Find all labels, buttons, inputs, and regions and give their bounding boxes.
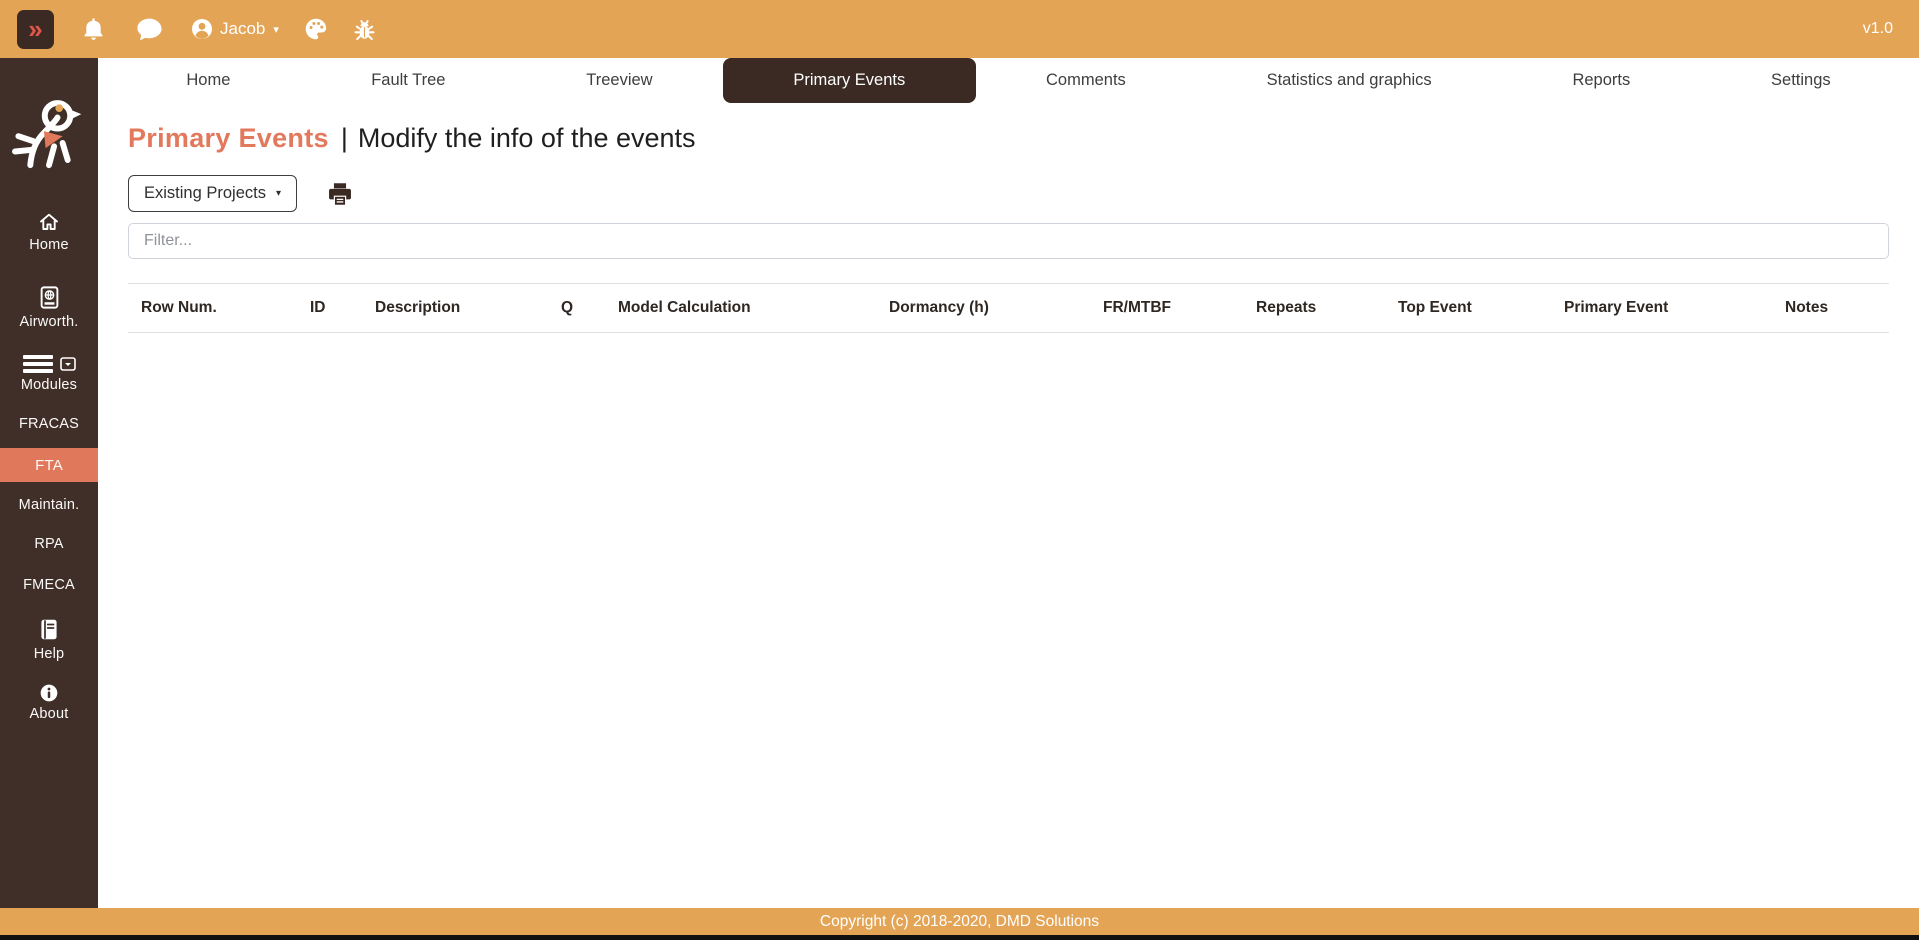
column-header-model-calculation: Model Calculation (605, 283, 876, 333)
page-title-separator: | (340, 123, 348, 153)
sidebar-item-label: FRACAS (18, 416, 79, 432)
column-header-id: ID (297, 283, 362, 333)
modules-collapse-caret-icon[interactable] (59, 357, 76, 371)
theme-palette-icon[interactable] (303, 16, 329, 42)
column-header-notes: Notes (1772, 283, 1889, 333)
help-book-icon (41, 619, 57, 640)
page-title-subtitle: Modify the info of the events (357, 123, 696, 153)
sidebar-item-label: FMECA (23, 577, 75, 593)
sidebar-item-modules[interactable]: Modules (0, 354, 98, 393)
sidebar-item-label: Airworth. (19, 314, 79, 330)
sidebar-item-label: Home (29, 237, 69, 253)
tab-statistics-and-graphics[interactable]: Statistics and graphics (1196, 58, 1502, 103)
column-header-fr-mtbf: FR/MTBF (1090, 283, 1243, 333)
sidebar-item-label: Maintain. (18, 497, 80, 513)
sidebar-item-label: Modules (20, 377, 78, 393)
tab-primary-events[interactable]: Primary Events (722, 58, 976, 103)
sidebar-item-about[interactable]: About (0, 683, 98, 722)
sidebar-item-maintainability[interactable]: Maintain. (0, 497, 98, 513)
sidebar-item-fta-active[interactable]: FTA (0, 448, 98, 482)
page-content: Primary Events | Modify the info of the … (98, 123, 1919, 333)
sidebar-item-rpa[interactable]: RPA (0, 536, 98, 552)
existing-projects-label: Existing Projects (144, 184, 266, 202)
app-version: v1.0 (1862, 20, 1893, 37)
column-header-top-event: Top Event (1385, 283, 1551, 333)
bug-report-icon[interactable] (351, 16, 378, 43)
printer-icon (329, 182, 351, 205)
column-header-description: Description (362, 283, 548, 333)
column-header-row-num: Row Num. (128, 283, 297, 333)
menu-hamburger-icon (22, 355, 53, 373)
sidebar-item-fmeca[interactable]: FMECA (0, 577, 98, 593)
notifications-bell-icon[interactable] (80, 16, 107, 43)
sidebar: Home Airworth. Modules FRACAS FTA Mainta… (0, 58, 98, 908)
tab-settings[interactable]: Settings (1701, 58, 1901, 103)
bottom-edge-strip (0, 935, 1919, 940)
airworthiness-book-icon (40, 286, 58, 309)
column-header-q: Q (548, 283, 605, 333)
info-icon (40, 684, 58, 702)
tab-reports[interactable]: Reports (1502, 58, 1701, 103)
user-menu[interactable]: Jacob ▾ (190, 17, 279, 41)
sidebar-item-label: FTA (35, 456, 63, 474)
tab-home[interactable]: Home (116, 58, 301, 103)
filter-input[interactable] (128, 223, 1889, 259)
chevron-down-icon: ▾ (275, 188, 281, 199)
tab-fault-tree[interactable]: Fault Tree (301, 58, 516, 103)
main-content: Home Fault Tree Treeview Primary Events … (98, 58, 1919, 908)
footer: Copyright (c) 2018-2020, DMD Solutions (0, 908, 1919, 935)
sidebar-item-fracas[interactable]: FRACAS (0, 416, 98, 432)
chat-icon[interactable] (135, 15, 164, 44)
module-tab-bar: Home Fault Tree Treeview Primary Events … (98, 58, 1919, 103)
page-title-main: Primary Events (128, 123, 329, 153)
sidebar-item-label: About (29, 706, 69, 722)
home-icon (40, 213, 58, 230)
sidebar-item-help[interactable]: Help (0, 616, 98, 662)
page-title: Primary Events | Modify the info of the … (128, 123, 1889, 154)
top-bar: » Jacob ▾ v1.0 (0, 0, 1919, 58)
column-header-repeats: Repeats (1243, 283, 1385, 333)
tab-treeview[interactable]: Treeview (516, 58, 723, 103)
primary-events-table: Row Num. ID Description Q Model Calculat… (128, 283, 1889, 333)
column-header-primary-event: Primary Event (1551, 283, 1772, 333)
sidebar-item-home[interactable]: Home (0, 210, 98, 253)
column-header-dormancy: Dormancy (h) (876, 283, 1090, 333)
user-name: Jacob (220, 19, 266, 38)
tab-comments[interactable]: Comments (976, 58, 1197, 103)
sidebar-expand-button[interactable]: » (17, 9, 54, 49)
print-button[interactable] (326, 180, 354, 208)
sidebar-item-label: Help (33, 646, 65, 662)
table-header-row: Row Num. ID Description Q Model Calculat… (128, 283, 1889, 333)
chevron-down-icon: ▾ (273, 23, 279, 36)
sidebar-item-airworthiness[interactable]: Airworth. (0, 284, 98, 330)
copyright-text: Copyright (c) 2018-2020, DMD Solutions (819, 912, 1100, 930)
toolbar: Existing Projects ▾ (128, 175, 1889, 212)
app-logo-bird (12, 100, 82, 169)
user-avatar-icon (192, 19, 212, 39)
existing-projects-dropdown[interactable]: Existing Projects ▾ (128, 175, 297, 212)
sidebar-item-label: RPA (34, 536, 64, 552)
